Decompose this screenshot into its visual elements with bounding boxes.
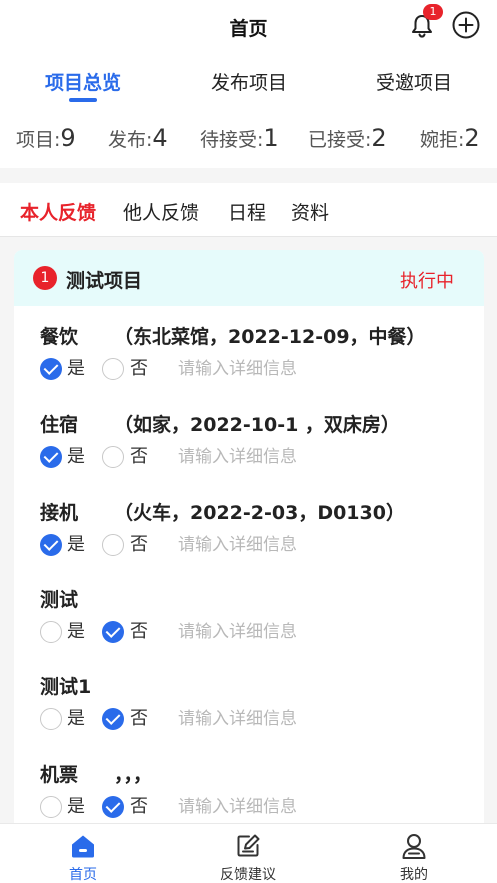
nav-label: 我的: [400, 867, 428, 883]
stat-label: 婉拒:: [420, 129, 465, 151]
notification-badge: 1: [423, 4, 443, 20]
tab-schedule[interactable]: 日程: [228, 198, 266, 225]
tab-materials[interactable]: 资料: [291, 198, 329, 225]
no-label: 否: [130, 534, 148, 555]
no-label: 否: [130, 446, 148, 467]
yes-label: 是: [67, 621, 85, 642]
active-tab-indicator: [69, 98, 97, 102]
sub-tab-bar: 本人反馈 他人反馈 日程 资料: [0, 183, 497, 237]
user-icon: [402, 834, 426, 859]
no-radio[interactable]: [102, 358, 124, 380]
item-label: 测试1: [40, 676, 92, 698]
bottom-nav: 首页 反馈建议 我的: [0, 823, 497, 883]
edit-feedback-icon: [237, 834, 260, 857]
stat-accepted: 已接受:2: [308, 124, 387, 152]
yes-label: 是: [67, 708, 85, 729]
no-label: 否: [130, 358, 148, 379]
tab-my-feedback[interactable]: 本人反馈: [20, 198, 96, 225]
yes-radio[interactable]: [40, 796, 62, 818]
feedback-item: 住宿 （如家，2022-10-1 ，双床房） 是 否: [14, 410, 484, 498]
tab-project-overview[interactable]: 项目总览: [45, 68, 121, 95]
app-header: 首页 1: [0, 0, 497, 52]
stat-published: 发布:4: [108, 124, 168, 152]
yes-radio[interactable]: [40, 708, 62, 730]
yes-radio[interactable]: [40, 358, 62, 380]
nav-label: 首页: [69, 867, 97, 883]
item-label: 测试: [40, 589, 79, 611]
no-label: 否: [130, 708, 148, 729]
item-label: 餐饮: [40, 326, 79, 348]
stat-value: 2: [464, 124, 480, 152]
item-label: 接机: [40, 502, 79, 524]
nav-home[interactable]: 首页: [28, 824, 138, 883]
nav-feedback[interactable]: 反馈建议: [193, 824, 303, 883]
no-radio[interactable]: [102, 446, 124, 468]
yes-label: 是: [67, 446, 85, 467]
detail-input[interactable]: [178, 444, 378, 470]
detail-input[interactable]: [178, 794, 378, 820]
project-index-badge: 1: [33, 266, 57, 290]
no-radio[interactable]: [102, 534, 124, 556]
feedback-item: 测试1 是 否: [14, 672, 484, 760]
stat-declined: 婉拒:2: [420, 124, 480, 152]
item-detail: ，，，: [114, 764, 153, 786]
no-radio[interactable]: [102, 708, 124, 730]
detail-input[interactable]: [178, 706, 378, 732]
stat-pending: 待接受:1: [200, 124, 279, 152]
project-card-header[interactable]: 1 测试项目 执行中: [14, 250, 484, 306]
project-card: 1 测试项目 执行中 餐饮 （东北菜馆，2022-12-09，中餐） 是 否 住…: [14, 250, 484, 850]
project-status: 执行中: [400, 271, 454, 292]
app-screen: 首页 1 项目总览 发布项目 受邀项目 项目:9 发布:4 待接受:1 已接受:…: [0, 0, 497, 883]
no-radio[interactable]: [102, 621, 124, 643]
tab-invited-projects[interactable]: 受邀项目: [376, 68, 452, 95]
item-detail: （火车，2022-2-03，D0130）: [114, 502, 405, 524]
nav-mine[interactable]: 我的: [359, 824, 469, 883]
detail-input[interactable]: [178, 356, 378, 382]
tab-others-feedback[interactable]: 他人反馈: [123, 198, 199, 225]
feedback-item: 餐饮 （东北菜馆，2022-12-09，中餐） 是 否: [14, 322, 484, 410]
yes-label: 是: [67, 534, 85, 555]
feedback-item: 测试 是 否: [14, 585, 484, 673]
stat-value: 2: [371, 124, 387, 152]
item-label: 住宿: [40, 414, 79, 436]
feedback-item: 接机 （火车，2022-2-03，D0130） 是 否: [14, 498, 484, 586]
stat-value: 1: [263, 124, 279, 152]
add-circle-icon[interactable]: [451, 10, 481, 40]
yes-label: 是: [67, 796, 85, 817]
nav-label: 反馈建议: [220, 867, 276, 883]
tab-published-projects[interactable]: 发布项目: [211, 68, 287, 95]
stat-value: 4: [152, 124, 168, 152]
yes-radio[interactable]: [40, 446, 62, 468]
item-detail: （东北菜馆，2022-12-09，中餐）: [114, 326, 426, 348]
stat-label: 待接受:: [200, 129, 264, 151]
project-title: 测试项目: [66, 270, 143, 292]
stat-projects: 项目:9: [16, 124, 76, 152]
top-tab-bar: 项目总览 发布项目 受邀项目: [0, 52, 497, 108]
no-label: 否: [130, 796, 148, 817]
stat-label: 已接受:: [308, 129, 372, 151]
yes-label: 是: [67, 358, 85, 379]
stat-value: 9: [60, 124, 76, 152]
no-radio[interactable]: [102, 796, 124, 818]
stats-bar: 项目:9 发布:4 待接受:1 已接受:2 婉拒:2: [0, 108, 497, 168]
item-detail: （如家，2022-10-1 ，双床房）: [114, 414, 400, 436]
detail-input[interactable]: [178, 532, 378, 558]
yes-radio[interactable]: [40, 534, 62, 556]
stat-label: 发布:: [108, 129, 153, 151]
stat-label: 项目:: [16, 129, 61, 151]
yes-radio[interactable]: [40, 621, 62, 643]
item-label: 机票: [40, 764, 79, 786]
detail-input[interactable]: [178, 619, 378, 645]
no-label: 否: [130, 621, 148, 642]
home-icon: [72, 835, 94, 858]
